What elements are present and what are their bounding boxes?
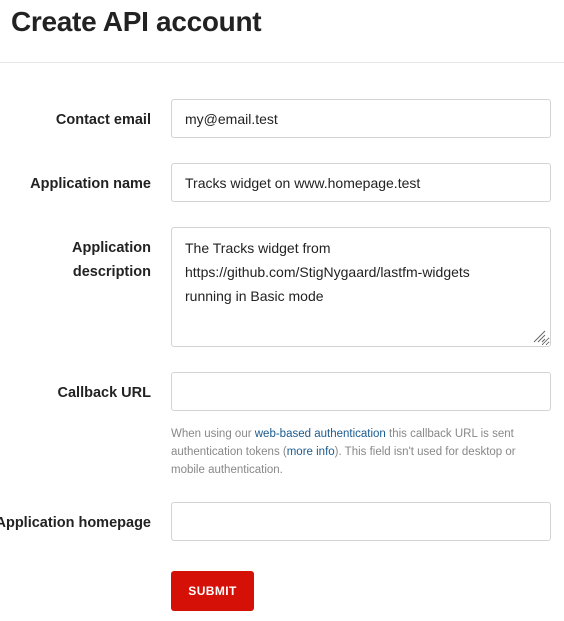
more-info-link[interactable]: more info (287, 446, 335, 458)
application-homepage-input[interactable] (171, 502, 551, 541)
contact-email-label: Contact email (55, 112, 151, 128)
application-description-label-line2: description (72, 264, 151, 280)
contact-email-input[interactable] (171, 99, 551, 138)
application-homepage-label: Application homepage (0, 515, 151, 531)
title-divider (0, 62, 564, 63)
callback-url-input[interactable] (171, 372, 551, 411)
application-name-label: Application name (30, 176, 151, 192)
page-title: Create API account (11, 6, 262, 37)
web-based-authentication-link[interactable]: web-based authentication (255, 428, 386, 440)
callback-url-label: Callback URL (57, 385, 151, 401)
application-name-input[interactable] (171, 163, 551, 202)
submit-button[interactable]: SUBMIT (171, 571, 254, 611)
application-description-label-line1: Application (72, 240, 151, 256)
application-description-label: Application description (72, 236, 151, 284)
help-text-part1: When using our (171, 428, 255, 440)
application-description-textarea[interactable]: The Tracks widget from https://github.co… (171, 227, 551, 347)
callback-url-help-text: When using our web-based authentication … (171, 425, 551, 479)
